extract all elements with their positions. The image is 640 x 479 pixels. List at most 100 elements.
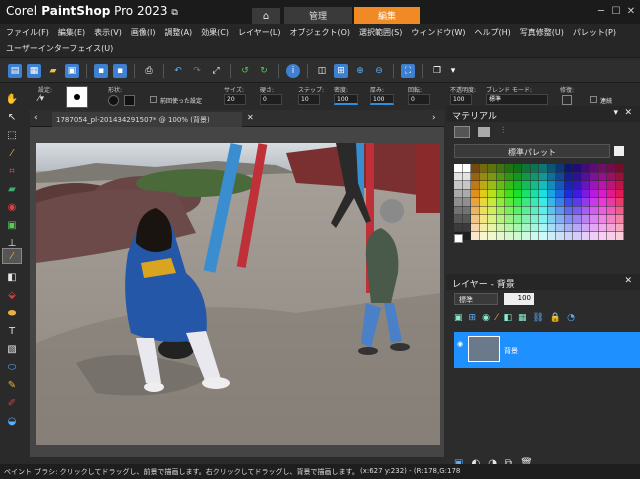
- photo-image[interactable]: [36, 143, 440, 445]
- menu-image[interactable]: 画像(I): [131, 27, 156, 38]
- size-input[interactable]: 20: [224, 94, 246, 105]
- makeover-tool-icon[interactable]: ▣: [5, 218, 19, 232]
- new-file-icon[interactable]: ▤: [8, 64, 22, 78]
- color-swatch-grid[interactable]: [454, 164, 632, 244]
- layers-close-icon[interactable]: ✕: [624, 276, 632, 286]
- redo-icon[interactable]: ↷: [190, 64, 204, 78]
- rotate-right-icon[interactable]: ↻: [257, 64, 271, 78]
- preset-brush-icon[interactable]: ⁄▾: [38, 94, 58, 105]
- new-layer-icon[interactable]: ▣: [454, 313, 463, 327]
- save-as-icon[interactable]: ▪: [113, 64, 127, 78]
- resize-icon[interactable]: ⤢: [209, 64, 223, 78]
- menu-file[interactable]: ファイル(F): [6, 27, 49, 38]
- layer-row-background[interactable]: ◉ 背景: [454, 332, 640, 368]
- palette-select[interactable]: 標準パレット: [454, 144, 610, 158]
- straighten-tool-icon[interactable]: ▰: [5, 182, 19, 196]
- density-input[interactable]: 100: [334, 94, 358, 105]
- menu-layers[interactable]: レイヤー(L): [238, 27, 280, 38]
- palette-swap-icon[interactable]: [614, 146, 624, 156]
- rainbow-frame-icon[interactable]: [478, 127, 490, 137]
- step-input[interactable]: 10: [298, 94, 320, 105]
- shape-square-icon[interactable]: [124, 95, 135, 106]
- eraser-tool-icon[interactable]: ⬬: [5, 306, 19, 320]
- open-file-icon[interactable]: ▣: [65, 64, 79, 78]
- menu-objects[interactable]: オブジェクト(O): [289, 27, 350, 38]
- open-folder-icon[interactable]: ▰: [46, 64, 60, 78]
- close-tab-icon[interactable]: ✕: [247, 113, 254, 122]
- menu-photo-fix[interactable]: 写真修整(U): [520, 27, 564, 38]
- gradient-tool-icon[interactable]: ◧: [5, 270, 19, 284]
- selection-tool-icon[interactable]: ⬚: [5, 128, 19, 142]
- close-button[interactable]: ✕: [624, 4, 638, 18]
- info-icon[interactable]: i: [286, 64, 300, 78]
- brush-tip-preview[interactable]: [66, 86, 88, 108]
- undo-icon[interactable]: ↶: [171, 64, 185, 78]
- menu-view[interactable]: 表示(V): [94, 27, 122, 38]
- layer-style-icon[interactable]: ◔: [567, 313, 575, 327]
- pressure-checkbox[interactable]: [150, 96, 157, 103]
- blend-mode-select[interactable]: 標準: [486, 94, 548, 105]
- rotate-left-icon[interactable]: ↺: [238, 64, 252, 78]
- menu-effects[interactable]: 効果(C): [201, 27, 229, 38]
- home-button[interactable]: ⌂: [252, 8, 280, 24]
- menu-selections[interactable]: 選択範囲(S): [359, 27, 402, 38]
- tab-edit[interactable]: 編集: [354, 7, 420, 24]
- zoom-out-icon[interactable]: ⊖: [372, 64, 386, 78]
- lock-icon[interactable]: 🔒: [550, 313, 561, 327]
- menu-adjust[interactable]: 調整(A): [164, 27, 192, 38]
- crop-tool-icon[interactable]: ⌗: [5, 164, 19, 178]
- view-icon[interactable]: ◫: [315, 64, 329, 78]
- layer-visibility-icon[interactable]: ◉: [457, 340, 463, 348]
- chevron-down-icon[interactable]: ▾: [449, 64, 457, 78]
- menu-edit[interactable]: 編集(E): [58, 27, 85, 38]
- copy-icon[interactable]: ❐: [430, 64, 444, 78]
- dropper-tool-icon[interactable]: ⁄: [5, 146, 19, 160]
- layer-blend-select[interactable]: 標準: [454, 293, 498, 305]
- visibility-icon[interactable]: ◉: [482, 313, 490, 327]
- tab-scroll-left-icon[interactable]: ‹: [34, 113, 38, 123]
- red-eye-tool-icon[interactable]: ◉: [5, 200, 19, 214]
- mask-icon[interactable]: ⁄: [496, 313, 498, 327]
- preset-shape-tool-icon[interactable]: ▧: [5, 342, 19, 356]
- fit-window-icon[interactable]: ⊞: [334, 64, 348, 78]
- foreground-swatch[interactable]: [454, 234, 463, 243]
- pan-tool-icon[interactable]: ✋: [5, 92, 19, 106]
- menu-help[interactable]: ヘルプ(H): [475, 27, 511, 38]
- shape-round-icon[interactable]: [108, 95, 119, 106]
- rotation-input[interactable]: 0: [408, 94, 430, 105]
- pen-tool-icon[interactable]: ✎: [5, 378, 19, 392]
- swatches-icon[interactable]: ⫶: [502, 126, 514, 138]
- minimize-button[interactable]: ─: [594, 4, 608, 18]
- warp-brush-tool-icon[interactable]: ✐: [5, 396, 19, 410]
- ui-menu[interactable]: ユーザーインターフェイス(U): [0, 40, 640, 58]
- flood-fill-tool-icon[interactable]: ⬙: [5, 288, 19, 302]
- pick-tool-icon[interactable]: ↖: [5, 110, 19, 124]
- edge-icon[interactable]: [562, 95, 572, 105]
- hardness-input[interactable]: 0: [260, 94, 282, 105]
- link-icon[interactable]: ⛓: [532, 313, 543, 327]
- full-screen-icon[interactable]: ⛶: [401, 64, 415, 78]
- paint-brush-tool-icon[interactable]: ⁄: [2, 248, 22, 264]
- adjust-layer-icon[interactable]: ◧: [503, 313, 512, 327]
- text-tool-icon[interactable]: T: [5, 324, 19, 338]
- layer-group-icon[interactable]: ▦: [518, 313, 527, 327]
- palette-frame-icon[interactable]: [454, 126, 470, 138]
- print-icon[interactable]: ⎙: [142, 64, 156, 78]
- link-layer-icon[interactable]: ⊞: [469, 313, 477, 327]
- tab-manage[interactable]: 管理: [284, 7, 352, 24]
- menu-palettes[interactable]: パレット(P): [573, 27, 616, 38]
- picture-tube-tool-icon[interactable]: ◒: [5, 414, 19, 428]
- document-tab[interactable]: 1787054_pl-201434291507* @ 100% (背景): [52, 112, 242, 127]
- panel-close-icon[interactable]: ✕: [624, 108, 632, 118]
- panel-options-icon[interactable]: ▾: [613, 108, 618, 118]
- menu-window[interactable]: ウィンドウ(W): [411, 27, 465, 38]
- thickness-input[interactable]: 100: [370, 94, 394, 105]
- new-grid-icon[interactable]: ▦: [27, 64, 41, 78]
- zoom-in-icon[interactable]: ⊕: [353, 64, 367, 78]
- continuous-checkbox[interactable]: [590, 96, 597, 103]
- maximize-button[interactable]: ☐: [609, 4, 623, 18]
- ellipse-tool-icon[interactable]: ⬭: [5, 360, 19, 374]
- opacity-input[interactable]: 100: [450, 94, 472, 105]
- layer-opacity-input[interactable]: 100: [504, 293, 534, 305]
- tab-scroll-right-icon[interactable]: ›: [432, 113, 436, 123]
